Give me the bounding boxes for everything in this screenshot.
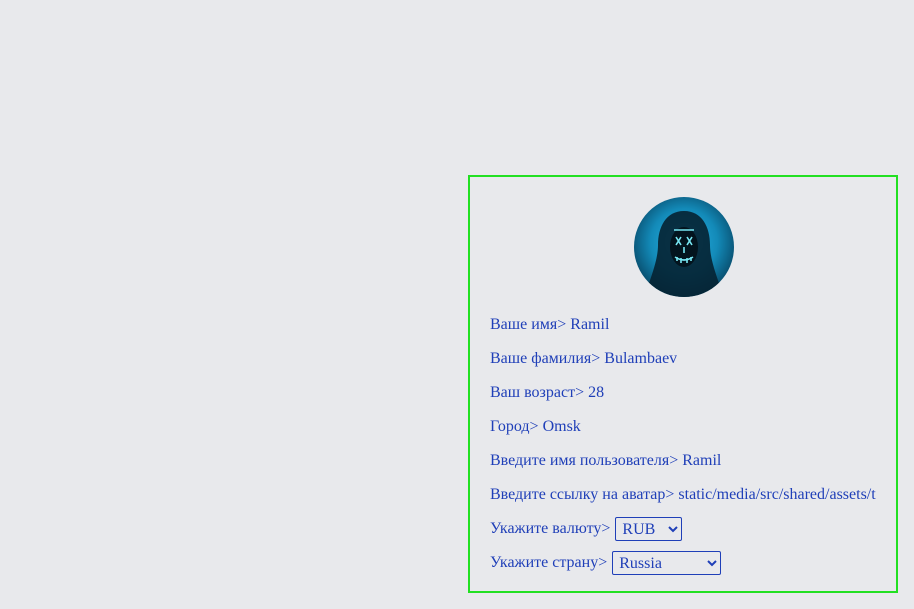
hooded-figure-icon — [644, 211, 724, 297]
first-name-input[interactable]: Ramil — [570, 316, 609, 334]
age-input[interactable]: 28 — [588, 384, 604, 402]
field-city-label: Город — [490, 418, 530, 435]
field-currency: Укажите валюту > RUB — [490, 512, 876, 546]
field-last-name-label: Ваше фамилия — [490, 350, 592, 367]
field-username-label: Введите имя пользователя — [490, 452, 670, 469]
field-first-name: Ваше имя > Ramil — [490, 316, 610, 334]
profile-fields: Ваше имя > Ramil Ваше фамилия > Bulambaev Ва… — [490, 308, 876, 580]
field-first-name-label: Ваше имя — [490, 316, 558, 333]
field-avatar-link-label: Введите ссылку на аватар — [490, 486, 666, 503]
country-select[interactable]: Russia — [612, 551, 722, 575]
city-input[interactable]: Omsk — [543, 418, 581, 436]
field-last-name: Ваше фамилия > Bulambaev — [490, 350, 678, 368]
last-name-input[interactable]: Bulambaev — [604, 350, 677, 368]
field-currency-label: Укажите валюту — [490, 520, 602, 537]
username-input[interactable]: Ramil — [682, 452, 721, 470]
field-city: Город > Omsk — [490, 418, 581, 436]
field-country-label: Укажите страну — [490, 554, 599, 571]
avatar — [634, 197, 734, 297]
profile-card: Ваше имя > Ramil Ваше фамилия > Bulambaev Ва… — [468, 175, 898, 593]
field-age: Ваш возраст >28 — [490, 384, 605, 402]
field-username: Введите имя пользователя > Ramil — [490, 452, 722, 470]
avatar-link-input[interactable]: static/media/src/shared/assets/t — [678, 486, 875, 504]
field-avatar-link: Введите ссылку на аватар > static/media/sr… — [490, 486, 876, 504]
currency-select[interactable]: RUB — [615, 517, 683, 541]
field-age-label: Ваш возраст — [490, 384, 576, 401]
field-country: Укажите страну > Russia — [490, 546, 876, 580]
